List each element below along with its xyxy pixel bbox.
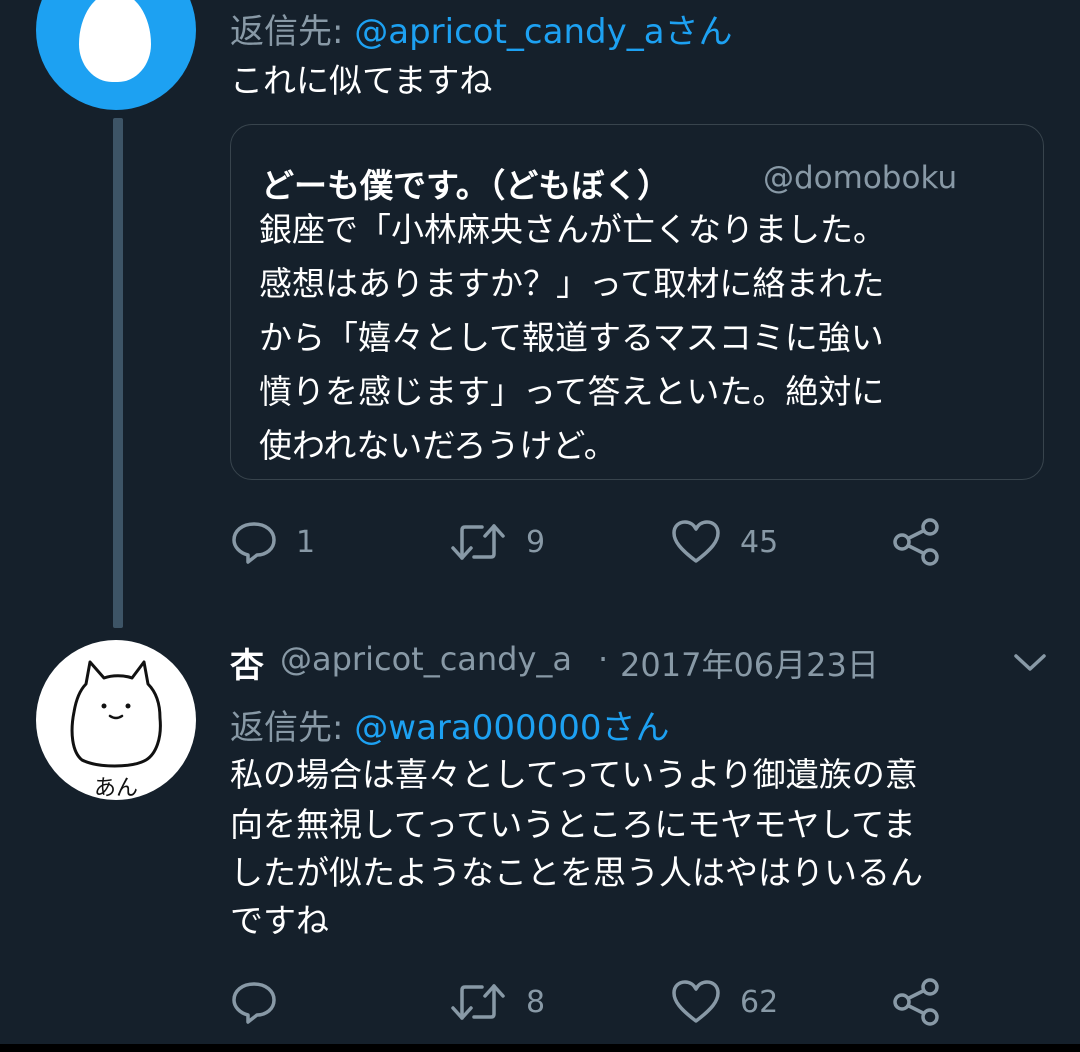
reply-count: 1: [296, 524, 316, 560]
avatar-caption: あん: [93, 776, 138, 800]
reply-icon: [232, 982, 276, 1024]
tweet-text-line: したが似たようなことを思う人はやはりいるん: [230, 853, 923, 892]
reply-button[interactable]: 1: [230, 512, 315, 572]
retweet-button[interactable]: 9: [448, 512, 545, 572]
quoted-author-name: どーも僕です。（どもぼく）: [261, 166, 671, 205]
thread-line: [113, 118, 123, 628]
reply-to-handle-link[interactable]: @apricot_candy_aさん: [354, 12, 732, 52]
quoted-tweet-card[interactable]: どーも僕です。（どもぼく） @domoboku 銀座で「小林麻央さんが亡くなりま…: [230, 124, 1044, 480]
tweet-date[interactable]: 2017年06月23日: [620, 640, 879, 686]
retweet-button[interactable]: 8: [448, 972, 545, 1032]
share-icon: [893, 518, 939, 566]
share-button[interactable]: [890, 512, 942, 572]
tweet-text-line: 向を無視してっていうところにモヤモヤしてま: [230, 805, 916, 844]
like-count: 45: [740, 524, 779, 560]
chevron-down-icon: [1014, 654, 1046, 671]
retweet-count: 8: [526, 984, 546, 1020]
tweet-actions: 8 62: [230, 972, 990, 1032]
tweet-actions: 1 9 45: [230, 512, 990, 572]
like-button[interactable]: 45: [670, 512, 778, 572]
bottom-edge-bar: [0, 1044, 1080, 1052]
retweet-count: 9: [526, 524, 546, 560]
retweet-icon: [451, 524, 505, 560]
meta-separator: ·: [598, 640, 609, 678]
egg-icon: [79, 0, 151, 82]
author-name[interactable]: 杏: [230, 638, 264, 687]
quoted-author-handle: @domoboku: [763, 160, 958, 196]
reply-button[interactable]: [230, 972, 296, 1032]
like-button[interactable]: 62: [670, 972, 778, 1032]
tweet-text-line: 私の場合は喜々としてっていうより御遺族の意: [230, 755, 918, 794]
reply-to-handle-link[interactable]: @wara000000さん: [354, 708, 669, 748]
tweet-text-line: ですね: [230, 901, 329, 940]
tweet-text: これに似てますね: [230, 61, 493, 100]
reply-to-line: 返信先: @wara000000さん: [230, 700, 670, 749]
reply-to-prefix: 返信先:: [230, 708, 355, 748]
avatar-cat[interactable]: あん: [36, 640, 196, 800]
avatar-egg[interactable]: [36, 0, 196, 110]
reply-to-line: 返信先: @apricot_candy_aさん: [230, 4, 733, 53]
like-icon: [672, 520, 720, 563]
author-handle[interactable]: @apricot_candy_a: [280, 640, 572, 678]
more-options-button[interactable]: [1012, 648, 1048, 680]
like-icon: [672, 980, 720, 1023]
retweet-icon: [451, 984, 505, 1020]
reply-to-prefix: 返信先:: [230, 12, 355, 52]
reply-icon: [232, 522, 276, 564]
quoted-tweet-text: 銀座で「小林麻央さんが亡くなりました。 感想はありますか？」って取材に絡まれた …: [259, 210, 886, 465]
like-count: 62: [740, 984, 779, 1020]
share-icon: [893, 978, 939, 1026]
share-button[interactable]: [890, 972, 942, 1032]
